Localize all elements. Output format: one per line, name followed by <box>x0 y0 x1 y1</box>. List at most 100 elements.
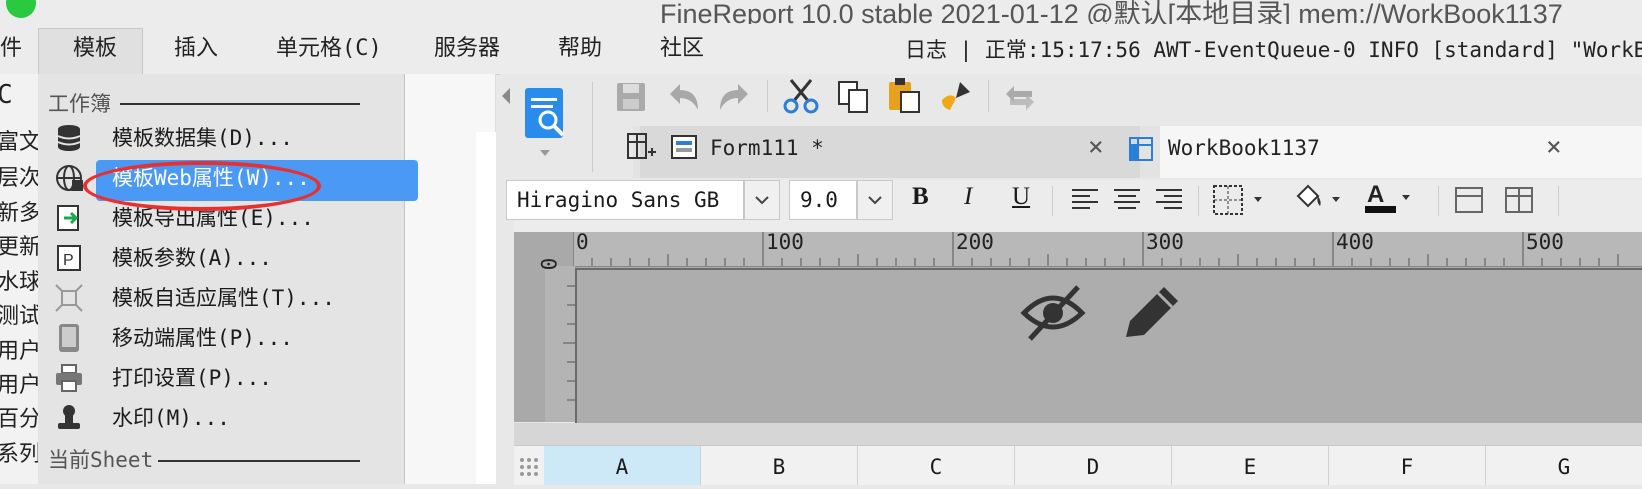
close-icon[interactable]: × <box>1088 132 1104 162</box>
menu-community[interactable]: 社区 <box>660 24 704 74</box>
fill-color-icon[interactable] <box>1292 182 1348 216</box>
font-family-select[interactable]: Hiragino Sans GB <box>506 180 744 220</box>
menu-item-parameters[interactable]: P 模板参数(A)... <box>38 238 404 278</box>
new-template-button[interactable] <box>523 86 569 140</box>
tab-label: Form111 * <box>710 136 824 160</box>
workbook-icon <box>1128 136 1154 162</box>
font-size-dropdown[interactable] <box>857 180 893 220</box>
menu-item-label: 模板自适应属性(T)... <box>112 286 335 310</box>
menu-item-print[interactable]: 打印设置(P)... <box>38 358 404 398</box>
border-icon[interactable] <box>1212 184 1268 216</box>
chevron-down-icon[interactable] <box>540 150 550 156</box>
cut-icon[interactable] <box>783 78 819 114</box>
divider <box>988 80 989 112</box>
divider <box>1438 186 1439 216</box>
unmerge-cells-icon[interactable] <box>1504 186 1534 214</box>
italic-button[interactable]: I <box>964 183 972 211</box>
svg-text:A: A <box>1367 181 1384 208</box>
ruler-tick-label: 100 <box>766 230 804 254</box>
menu-help[interactable]: 帮助 <box>558 24 602 74</box>
ruler-tick-label: 400 <box>1336 230 1374 254</box>
underline-button[interactable]: U <box>1012 183 1030 211</box>
divider <box>1052 186 1053 216</box>
align-right-icon[interactable] <box>1154 186 1184 214</box>
tree-item[interactable]: 新多 <box>0 195 38 227</box>
format-painter-icon[interactable] <box>938 78 974 114</box>
font-family-dropdown[interactable] <box>744 180 780 220</box>
column-header-d[interactable]: D <box>1015 446 1172 485</box>
font-size-select[interactable]: 9.0 <box>789 180 857 220</box>
menu-template[interactable]: 模板 <box>73 24 117 74</box>
menu-item-mobile[interactable]: 移动端属性(P)... <box>38 318 404 358</box>
column-header-a[interactable]: A <box>544 446 701 485</box>
tree-item[interactable]: 用户 <box>0 333 38 365</box>
database-icon <box>57 125 81 151</box>
tree-item[interactable]: 水球 <box>0 264 38 296</box>
tree-item[interactable]: 更新 <box>0 229 38 261</box>
parameter-icon: P <box>57 245 81 271</box>
ruler-tick-label: 300 <box>1146 230 1184 254</box>
column-header-f[interactable]: F <box>1329 446 1486 485</box>
menu-item-label: 模板数据集(D)... <box>112 126 293 150</box>
font-color-icon[interactable]: A <box>1364 180 1420 216</box>
svg-text:P: P <box>63 252 74 269</box>
align-center-icon[interactable] <box>1112 186 1142 214</box>
undo-icon[interactable] <box>666 80 702 114</box>
menu-cell[interactable]: 单元格(C) <box>276 24 382 74</box>
column-header-e[interactable]: E <box>1172 446 1329 485</box>
column-header-c[interactable]: C <box>858 446 1015 485</box>
close-icon[interactable]: × <box>1546 132 1562 162</box>
title-bar: FineReport 10.0 stable 2021-01-12 @默认[本地… <box>0 0 1642 24</box>
swap-icon[interactable] <box>1002 80 1038 114</box>
template-menu-dropdown: 工作簿 模板数据集(D)... 模板Web属性(W)... 模板导出属性(E).… <box>38 74 418 484</box>
add-form-icon[interactable] <box>626 132 656 162</box>
redo-icon[interactable] <box>716 80 752 114</box>
menu-item-dataset[interactable]: 模板数据集(D)... <box>38 118 404 158</box>
bold-button[interactable]: B <box>912 183 929 211</box>
component-panel-inner <box>476 132 496 484</box>
separator <box>158 460 360 462</box>
tree-item[interactable]: 系列 <box>0 436 38 468</box>
horizontal-scrollbar[interactable] <box>514 423 1642 445</box>
report-canvas[interactable] <box>575 268 1642 425</box>
menu-server[interactable]: 服务器 <box>434 24 500 74</box>
horizontal-ruler: 0 100 200 300 400 500 <box>573 230 1642 267</box>
menu-file[interactable]: 件 <box>0 24 22 74</box>
menu-item-label: 移动端属性(P)... <box>112 326 293 350</box>
window-maximize-button[interactable] <box>6 0 36 18</box>
column-header-b[interactable]: B <box>701 446 858 485</box>
menu-item-label: 水印(M)... <box>112 406 230 430</box>
menu-item-label: 打印设置(P)... <box>112 366 272 390</box>
edit-pencil-icon[interactable] <box>1120 283 1182 341</box>
export-icon <box>57 205 79 231</box>
chevron-left-icon[interactable] <box>502 88 510 104</box>
column-header-bar: A B C D E F G <box>514 445 1642 485</box>
tree-item[interactable]: 层次 <box>0 160 38 192</box>
tree-item[interactable]: 百分 <box>0 401 38 433</box>
grid-handle-icon[interactable] <box>514 446 545 485</box>
save-icon[interactable] <box>614 80 650 114</box>
tree-item[interactable]: 富文 <box>0 124 38 156</box>
ruler-tick-label: 0 <box>537 257 562 271</box>
merge-cells-icon[interactable] <box>1454 186 1484 214</box>
ruler-tick-label: 500 <box>1526 230 1564 254</box>
menu-item-label: 模板参数(A)... <box>112 246 272 270</box>
copy-icon[interactable] <box>835 78 871 114</box>
printer-icon <box>56 364 82 392</box>
ruler-tick-label: 200 <box>956 230 994 254</box>
tree-item[interactable]: 测试 <box>0 298 38 330</box>
menu-insert[interactable]: 插入 <box>174 24 218 74</box>
refresh-icon[interactable]: C <box>0 80 13 110</box>
menu-item-watermark[interactable]: 水印(M)... <box>38 398 404 438</box>
tree-item[interactable]: 用户 <box>0 367 38 399</box>
align-left-icon[interactable] <box>1070 186 1100 214</box>
collapse-handle[interactable] <box>500 74 514 484</box>
divider <box>1558 186 1559 216</box>
column-header-g[interactable]: G <box>1486 446 1642 485</box>
hidden-eye-icon[interactable] <box>1020 283 1086 341</box>
paste-icon[interactable] <box>886 76 922 114</box>
adaptive-icon <box>55 284 83 312</box>
menu-item-adaptive[interactable]: 模板自适应属性(T)... <box>38 278 404 318</box>
mobile-icon <box>59 324 79 352</box>
window-title: FineReport 10.0 stable 2021-01-12 @默认[本地… <box>660 0 1563 24</box>
